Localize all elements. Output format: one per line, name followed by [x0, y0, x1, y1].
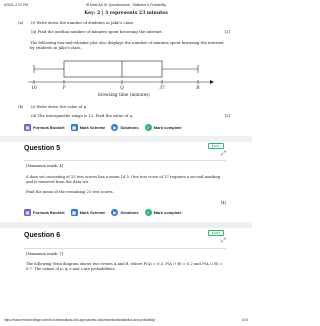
box-and-whisker-plot: 10 P Q 37 R browsing time (minutes)	[28, 60, 214, 97]
tick-label-2: Q	[120, 85, 124, 90]
question-5-heading: Question 5	[24, 145, 61, 152]
formula-booklet-button[interactable]: ▤ Formula Booklet	[24, 123, 65, 131]
mark-complete-button[interactable]: ✓ Mark complete	[144, 208, 182, 216]
formula-booklet-button[interactable]: ▤ Formula Booklet	[24, 208, 65, 216]
question-6-max-mark: [Maximum mark: 7]	[26, 252, 64, 256]
scheme-icon: ▦	[70, 123, 78, 131]
part-b-i: (i) Write down the value of p.	[31, 104, 88, 109]
booklet-icon: ▤	[24, 208, 31, 216]
print-page-number: 4/10	[241, 318, 248, 322]
question-6-body: The following Venn diagram shows two eve…	[26, 262, 223, 272]
solutions-button[interactable]: ▶ Solutions	[111, 208, 139, 216]
check-icon: ✓	[144, 123, 152, 131]
part-a-i: (i) Write down the number of students in…	[31, 20, 135, 25]
box	[63, 60, 163, 78]
question-6-divider	[24, 248, 226, 249]
print-title: IB Math AA SL Questionbank - Statistics …	[85, 3, 167, 7]
question-5-task: Find the mean of the remaining 21 test s…	[26, 190, 114, 194]
section-divider	[0, 222, 252, 228]
part-a-ii: (ii) Find the median number of minutes s…	[31, 29, 164, 34]
axis-arrow	[210, 80, 214, 84]
part-a-ii-marks: [2]	[224, 29, 230, 34]
question-5-marks: [4]	[220, 201, 226, 205]
boxplot-stem-text: The following box-and-whisker plot also …	[30, 40, 224, 51]
question-5-body: A data set consisting of 22 test scores …	[26, 175, 221, 185]
question-6-heading: Question 6	[24, 232, 61, 239]
part-a-label: (a)	[18, 20, 24, 25]
difficulty-badge: EASY	[208, 143, 224, 149]
stem-leaf-key: Key: 2 | 3 represents 23 minutes	[84, 11, 168, 16]
section-divider	[0, 136, 252, 142]
tick-label-4: R	[195, 85, 199, 90]
print-header: 6/3/23, 2:20 PM IB Math AA SL Questionba…	[4, 3, 248, 9]
tick-label-3: 37	[159, 85, 165, 90]
part-b-ii: (ii) The interquartile range is 12. Find…	[31, 113, 134, 118]
difficulty-badge: EASY	[208, 230, 224, 236]
solutions-button[interactable]: ▶ Solutions	[111, 123, 139, 131]
tick-label-0: 10	[31, 85, 37, 90]
check-icon: ✓	[144, 208, 152, 216]
scheme-icon: ▦	[70, 208, 78, 216]
part-b-ii-marks: [2]	[224, 113, 230, 118]
part-b-label: (b)	[18, 104, 24, 109]
play-icon: ▶	[111, 123, 119, 131]
print-url: https://www.revisionvillage.com/ib-math/…	[4, 318, 156, 322]
axis-label: browsing time (minutes)	[98, 92, 150, 97]
booklet-icon: ▤	[24, 123, 31, 131]
mark-scheme-button[interactable]: ▦ Mark Scheme	[70, 208, 105, 216]
play-icon: ▶	[111, 208, 119, 216]
question-5-divider	[24, 160, 226, 161]
q4-toolbar: ▤ Formula Booklet ▦ Mark Scheme ▶ Soluti…	[24, 122, 182, 132]
mark-complete-button[interactable]: ✓ Mark complete	[144, 123, 182, 131]
print-footer: https://www.revisionvillage.com/ib-math/…	[4, 318, 248, 324]
tick-label-1: P	[62, 85, 66, 90]
question-5-max-mark: [Maximum mark: 4]	[26, 164, 64, 168]
q5-toolbar: ▤ Formula Booklet ▦ Mark Scheme ▶ Soluti…	[24, 207, 182, 217]
expand-icon[interactable]: ⤢	[221, 237, 226, 245]
mark-scheme-button[interactable]: ▦ Mark Scheme	[70, 123, 105, 131]
expand-icon[interactable]: ⤢	[221, 150, 226, 158]
